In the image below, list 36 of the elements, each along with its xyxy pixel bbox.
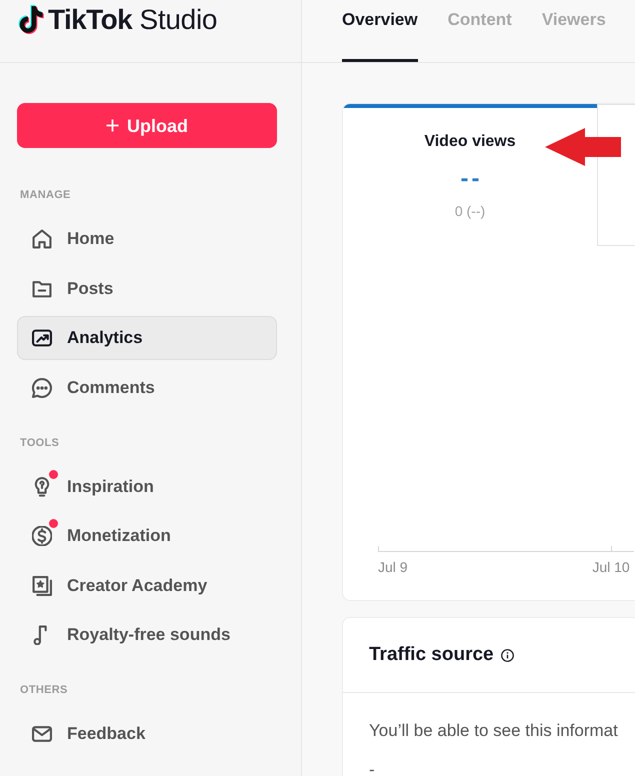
section-heading: MANAGE	[20, 188, 72, 202]
axis-label: Jul 10	[592, 558, 630, 576]
empty-value: -	[369, 763, 375, 776]
sidebar-item[interactable]: Analytics	[17, 316, 277, 360]
sidebar-item[interactable]: Feedback	[17, 712, 277, 756]
sidebar-item[interactable]: Inspiration	[17, 464, 277, 508]
folder-icon	[32, 278, 52, 298]
metric-tile[interactable]	[597, 104, 635, 246]
metric-title: Video views	[423, 132, 517, 152]
sidebar-item[interactable]: Monetization	[17, 514, 277, 558]
sidebar-item[interactable]: Home	[17, 217, 277, 261]
logo-icon	[18, 5, 45, 35]
home-icon	[32, 229, 52, 249]
sidebar-item[interactable]: Creator Academy	[17, 564, 277, 608]
section-heading: TOOLS	[20, 436, 60, 450]
speech-bubble-icon	[32, 378, 52, 398]
info-icon[interactable]	[500, 648, 514, 662]
chart-icon	[32, 328, 52, 348]
metric-value: --	[460, 165, 484, 193]
lightbulb-icon	[32, 476, 52, 496]
sidebar-item[interactable]: Posts	[17, 266, 277, 310]
axis-label: Jul 9	[378, 558, 408, 576]
envelope-icon	[32, 724, 52, 744]
book-star-icon	[32, 576, 52, 596]
info-message: You’ll be able to see this informat	[369, 720, 619, 742]
section-heading: OTHERS	[20, 683, 69, 697]
upload-button[interactable]: Upload	[17, 103, 277, 148]
sidebar-item[interactable]: Royalty-free sounds	[17, 613, 277, 657]
arrow-icon	[545, 128, 621, 166]
dollar-coin-icon	[32, 526, 52, 546]
card-title: Traffic source	[369, 643, 494, 667]
plus-icon	[106, 119, 119, 132]
sidebar-item[interactable]: Comments	[17, 366, 277, 410]
logo-wordmark: TikTok Studio	[48, 5, 218, 35]
metric-change: 0 (--)	[454, 202, 486, 220]
tab[interactable]: Overview	[342, 0, 418, 62]
